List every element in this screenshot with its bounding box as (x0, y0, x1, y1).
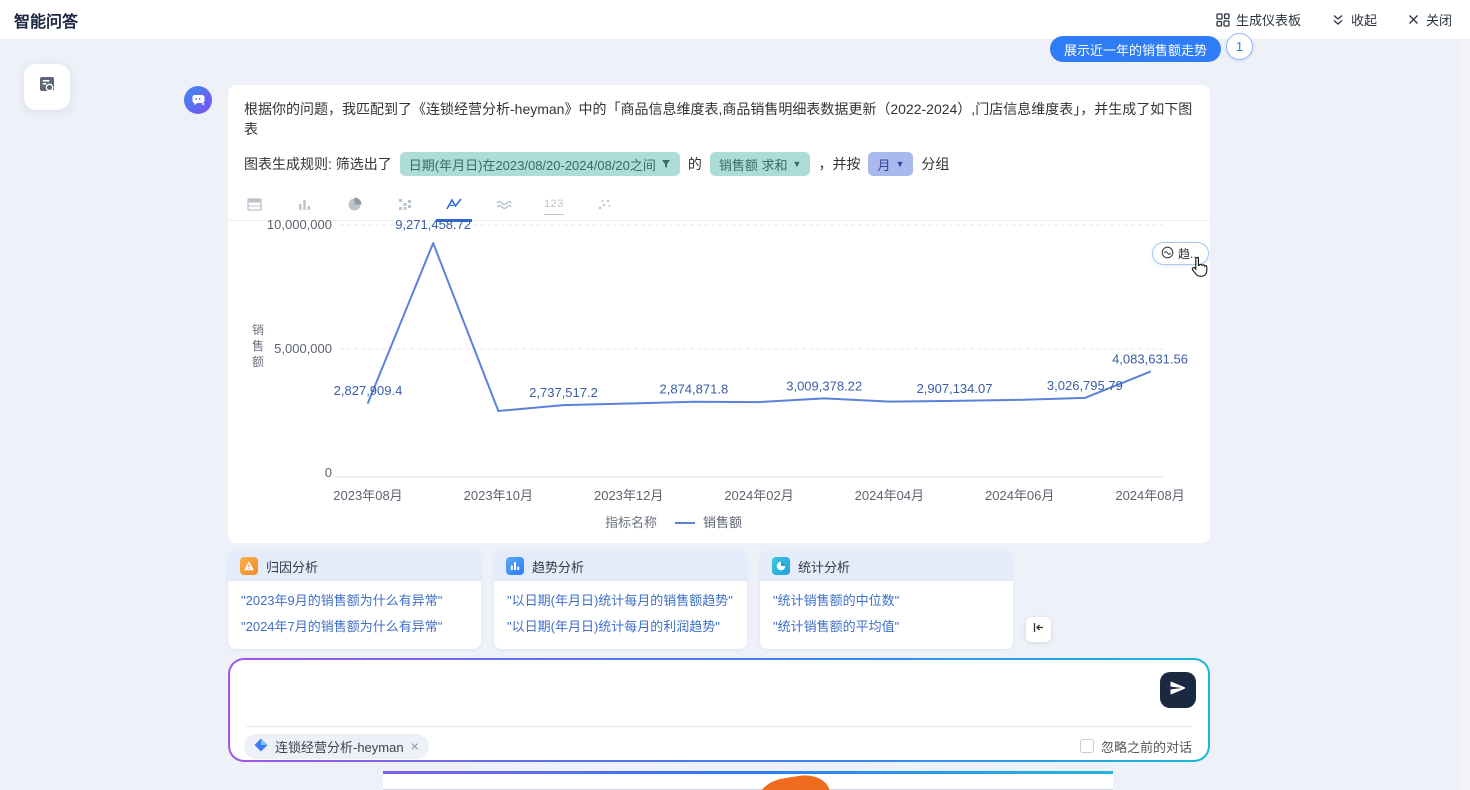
close-icon (1407, 13, 1420, 26)
generate-dashboard-button[interactable]: 生成仪表板 (1216, 10, 1301, 29)
svg-text:3,009,378.22: 3,009,378.22 (786, 378, 862, 393)
trend-magnifier-icon (1161, 246, 1174, 262)
remove-dataset-icon[interactable]: × (411, 738, 419, 754)
collapse-button[interactable]: 收起 (1331, 10, 1377, 29)
svg-text:2024年04月: 2024年04月 (855, 488, 924, 503)
sales-trend-line-chart[interactable]: 0 5,000,000 10,000,000 2023年08月 2023年10月 2023… (228, 200, 1210, 540)
svg-text:2,827,909.4: 2,827,909.4 (334, 383, 403, 398)
send-button[interactable] (1160, 672, 1196, 708)
warning-icon (240, 557, 258, 575)
suggestion-item[interactable]: "以日期(年月日)统计每月的利润趋势" (507, 614, 734, 640)
dataset-diamond-icon (254, 738, 268, 755)
date-filter-label: 日期(年月日)在2023/08/20-2024/08/20之间 (408, 157, 656, 173)
topbar-actions: 生成仪表板 收起 关闭 (1216, 10, 1452, 29)
svg-text:9,271,458.72: 9,271,458.72 (395, 217, 471, 232)
rule-of: 的 (687, 156, 702, 172)
dataset-chip-label: 连锁经营分析-heyman (275, 739, 404, 755)
query-history-button[interactable] (24, 64, 70, 110)
smart-qa-window: 智能问答 生成仪表板 收起 关闭 展示近一年的销售额走势 1 根据你的问题，我匹… (0, 0, 1470, 790)
document-search-icon (36, 74, 58, 101)
svg-text:2023年12月: 2023年12月 (594, 488, 663, 503)
svg-text:2023年10月: 2023年10月 (464, 488, 533, 503)
analysis-card-attribution: 归因分析 "2023年9月的销售额为什么有异常" "2024年7月的销售额为什么… (228, 551, 481, 649)
group-label: 月 (877, 157, 891, 173)
chevron-down-icon: ▼ (895, 158, 905, 169)
svg-text:0: 0 (325, 465, 332, 480)
close-button[interactable]: 关闭 (1407, 10, 1452, 29)
svg-text:5,000,000: 5,000,000 (274, 341, 332, 356)
svg-text:2024年06月: 2024年06月 (985, 488, 1054, 503)
measure-chip[interactable]: 销售额 求和 ▼ (709, 152, 811, 176)
dashboard-icon (1216, 12, 1230, 27)
answer-text: 根据你的问题，我匹配到了《连锁经营分析-heyman》中的「商品信息维度表,商品… (244, 101, 1193, 137)
svg-text:2023年08月: 2023年08月 (333, 488, 402, 503)
dataset-chip[interactable]: 连锁经营分析-heyman × (244, 733, 429, 759)
generate-dashboard-label: 生成仪表板 (1235, 13, 1301, 28)
suggestion-item[interactable]: "2023年9月的销售额为什么有异常" (241, 588, 468, 614)
input-divider (246, 726, 1192, 727)
question-count-badge[interactable]: 1 (1226, 33, 1253, 60)
svg-text:2,874,871.8: 2,874,871.8 (660, 382, 729, 397)
measure-label: 销售额 求和 (718, 157, 788, 173)
group-chip[interactable]: 月 ▼ (868, 152, 914, 176)
chat-input[interactable] (246, 670, 1146, 722)
svg-text:售: 售 (252, 338, 264, 353)
user-question-bubble[interactable]: 展示近一年的销售额走势 (1050, 36, 1222, 62)
analysis-cards-row: 归因分析 "2023年9月的销售额为什么有异常" "2024年7月的销售额为什么… (228, 551, 1013, 649)
svg-text:4,083,631.56: 4,083,631.56 (1112, 352, 1188, 367)
answer-card: 根据你的问题，我匹配到了《连锁经营分析-heyman》中的「商品信息维度表,商品… (228, 85, 1210, 543)
topbar: 智能问答 生成仪表板 收起 关闭 (0, 0, 1470, 40)
rule-group-suffix: 分组 (921, 156, 950, 172)
svg-text:2,907,134.07: 2,907,134.07 (917, 381, 993, 396)
bar-chart-icon (506, 557, 524, 575)
checkbox-unchecked[interactable] (1079, 739, 1094, 753)
chart-rule-line: 图表生成规则: 筛选出了 日期(年月日)在2023/08/20-2024/08/… (244, 152, 1194, 176)
funnel-icon (661, 157, 671, 172)
page-title: 智能问答 (14, 13, 79, 31)
suggestion-item[interactable]: "2024年7月的销售额为什么有异常" (241, 614, 468, 640)
date-filter-chip[interactable]: 日期(年月日)在2023/08/20-2024/08/20之间 (399, 152, 680, 176)
analysis-card-title: 统计分析 (798, 559, 851, 575)
svg-text:额: 额 (252, 355, 264, 369)
suggestion-item[interactable]: "以日期(年月日)统计每月的销售额趋势" (507, 588, 734, 614)
arrow-to-bar-left-icon (1032, 621, 1045, 639)
svg-text:2,737,517.2: 2,737,517.2 (529, 385, 598, 400)
collapse-suggestions-button[interactable] (1026, 617, 1051, 642)
close-label: 关闭 (1425, 13, 1452, 28)
trend-analysis-button[interactable]: 趋... (1152, 242, 1210, 265)
svg-text:销售额: 销售额 (703, 515, 742, 530)
rule-prefix: 图表生成规则: 筛选出了 (244, 156, 392, 172)
chat-input-container: 连锁经营分析-heyman × 忽略之前的对话 (228, 658, 1210, 762)
svg-text:销: 销 (252, 323, 264, 337)
suggestion-item[interactable]: "统计销售额的中位数" (773, 588, 1000, 614)
assistant-avatar (184, 86, 212, 114)
trend-button-label: 趋... (1178, 247, 1201, 261)
pie-chart-icon (772, 557, 790, 575)
analysis-card-statistics: 统计分析 "统计销售额的中位数" "统计销售额的平均值" (760, 551, 1013, 649)
rule-and-by: ，并按 (818, 156, 861, 172)
ignore-previous-toggle[interactable]: 忽略之前的对话 (1079, 737, 1192, 756)
bottom-popup-edge (383, 771, 1113, 790)
scrollbar-track[interactable] (1460, 40, 1470, 790)
double-chevron-down-icon (1331, 13, 1345, 27)
analysis-card-title: 归因分析 (266, 559, 319, 575)
analysis-card-title: 趋势分析 (532, 559, 585, 575)
collapse-label: 收起 (1350, 13, 1377, 28)
trend-chart-svg: 0 5,000,000 10,000,000 2023年08月 2023年10月 2023… (252, 217, 1188, 530)
svg-text:2024年02月: 2024年02月 (724, 488, 793, 503)
svg-text:指标名称: 指标名称 (605, 515, 657, 530)
ignore-previous-label: 忽略之前的对话 (1100, 739, 1192, 755)
svg-text:2024年08月: 2024年08月 (1115, 488, 1184, 503)
chevron-down-icon: ▼ (792, 158, 802, 169)
svg-text:3,026,795.79: 3,026,795.79 (1047, 378, 1123, 393)
analysis-card-trend: 趋势分析 "以日期(年月日)统计每月的销售额趋势" "以日期(年月日)统计每月的… (494, 551, 747, 649)
paper-plane-icon (1169, 679, 1187, 702)
suggestion-item[interactable]: "统计销售额的平均值" (773, 614, 1000, 640)
svg-text:10,000,000: 10,000,000 (267, 217, 332, 232)
